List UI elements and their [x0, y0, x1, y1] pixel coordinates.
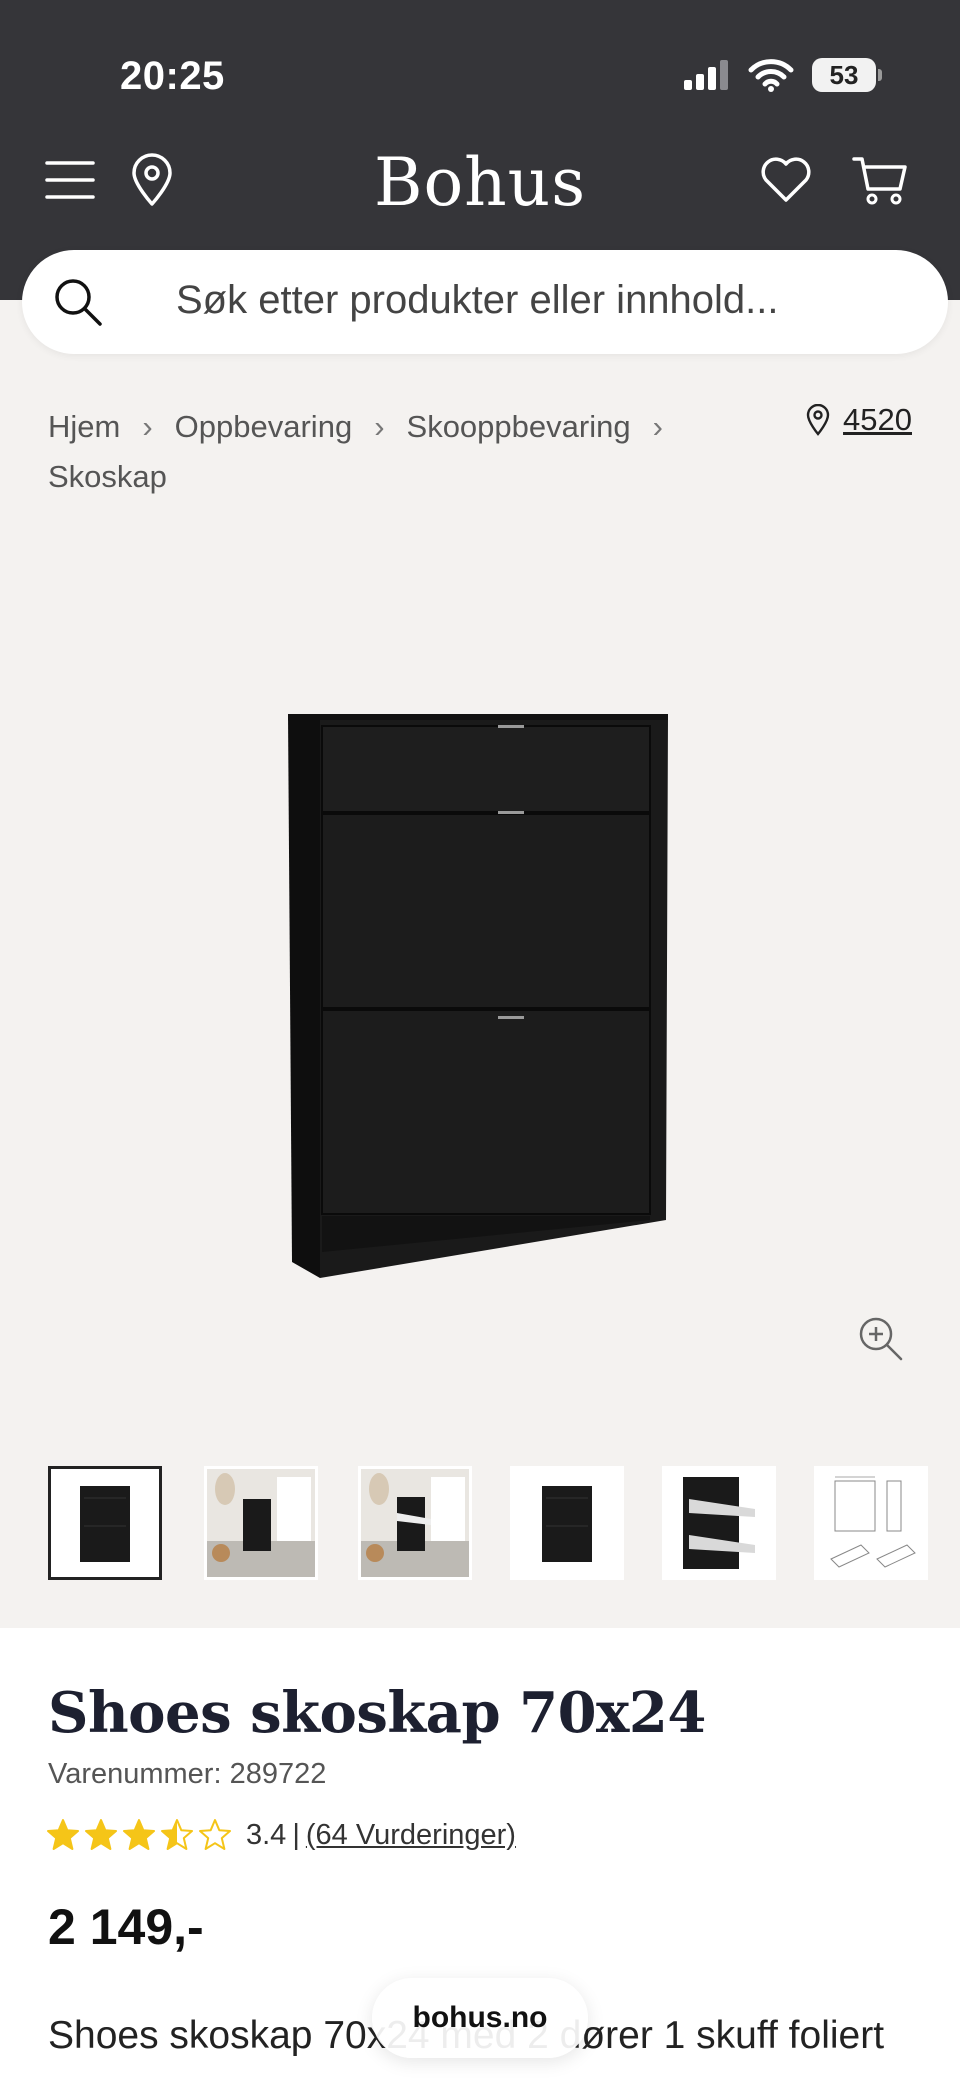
reviews-link[interactable]: (64 Vurderinger): [306, 1819, 516, 1852]
selected-store[interactable]: 4520: [805, 402, 912, 438]
status-icons: 53: [684, 58, 882, 92]
nav-bar: Bohus: [0, 140, 960, 221]
thumbnail-open-doors[interactable]: [662, 1466, 776, 1580]
star-icon: [161, 1819, 193, 1850]
chevron-right-icon: ›: [374, 409, 385, 444]
signal-icon: [684, 60, 728, 90]
thumbnail-room-open[interactable]: [358, 1466, 472, 1580]
rating-value: 3.4: [246, 1818, 287, 1851]
breadcrumb-storage[interactable]: Oppbevaring: [175, 409, 353, 444]
zoom-in-icon[interactable]: [858, 1316, 904, 1362]
rating-separator: |: [292, 1818, 300, 1851]
product-rating[interactable]: 3.4 | (64 Vurderinger): [46, 1818, 516, 1852]
main-product-image[interactable]: [270, 700, 690, 1290]
breadcrumb: Hjem › Oppbevaring › Skooppbevaring › Skoskap: [48, 402, 688, 502]
thumbnail-strip: [48, 1466, 960, 1580]
breadcrumb-home[interactable]: Hjem: [48, 409, 120, 444]
star-icon: [47, 1819, 79, 1850]
chevron-right-icon: ›: [652, 409, 663, 444]
breadcrumb-shoe-storage[interactable]: Skooppbevaring: [407, 409, 631, 444]
thumbnail-room-closed[interactable]: [204, 1466, 318, 1580]
status-time: 20:25: [120, 54, 225, 98]
thumbnail-dimensions[interactable]: [814, 1466, 928, 1580]
search-icon: [55, 279, 102, 326]
browser-url-pill[interactable]: bohus.no: [372, 1978, 588, 2058]
product-info: Shoes skoskap 70x24 Varenummer: 289722 3…: [0, 1628, 960, 2087]
product-title: Shoes skoskap 70x24: [48, 1680, 706, 1746]
battery-indicator: 53: [812, 58, 882, 92]
store-postcode-link[interactable]: 4520: [843, 402, 912, 438]
rating-stars: [46, 1818, 232, 1852]
search-input[interactable]: Søk etter produkter eller innhold...: [176, 278, 779, 323]
thumbnail-front[interactable]: [48, 1466, 162, 1580]
thumbnail-front-alt[interactable]: [510, 1466, 624, 1580]
wifi-icon: [748, 59, 794, 92]
search-bar[interactable]: Søk etter produkter eller innhold...: [22, 250, 948, 354]
chevron-right-icon: ›: [142, 409, 153, 444]
star-icon: [199, 1819, 231, 1850]
cart-icon[interactable]: [852, 152, 908, 208]
breadcrumb-shoe-cabinet[interactable]: Skoskap: [48, 459, 167, 494]
location-pin-icon: [806, 404, 830, 436]
bohus-logo[interactable]: Bohus: [0, 144, 960, 221]
wishlist-heart-icon[interactable]: [758, 152, 814, 208]
star-icon: [123, 1819, 155, 1850]
star-icon: [85, 1819, 117, 1850]
product-price: 2 149,-: [48, 1899, 204, 1955]
product-sku: Varenummer: 289722: [48, 1758, 327, 1790]
